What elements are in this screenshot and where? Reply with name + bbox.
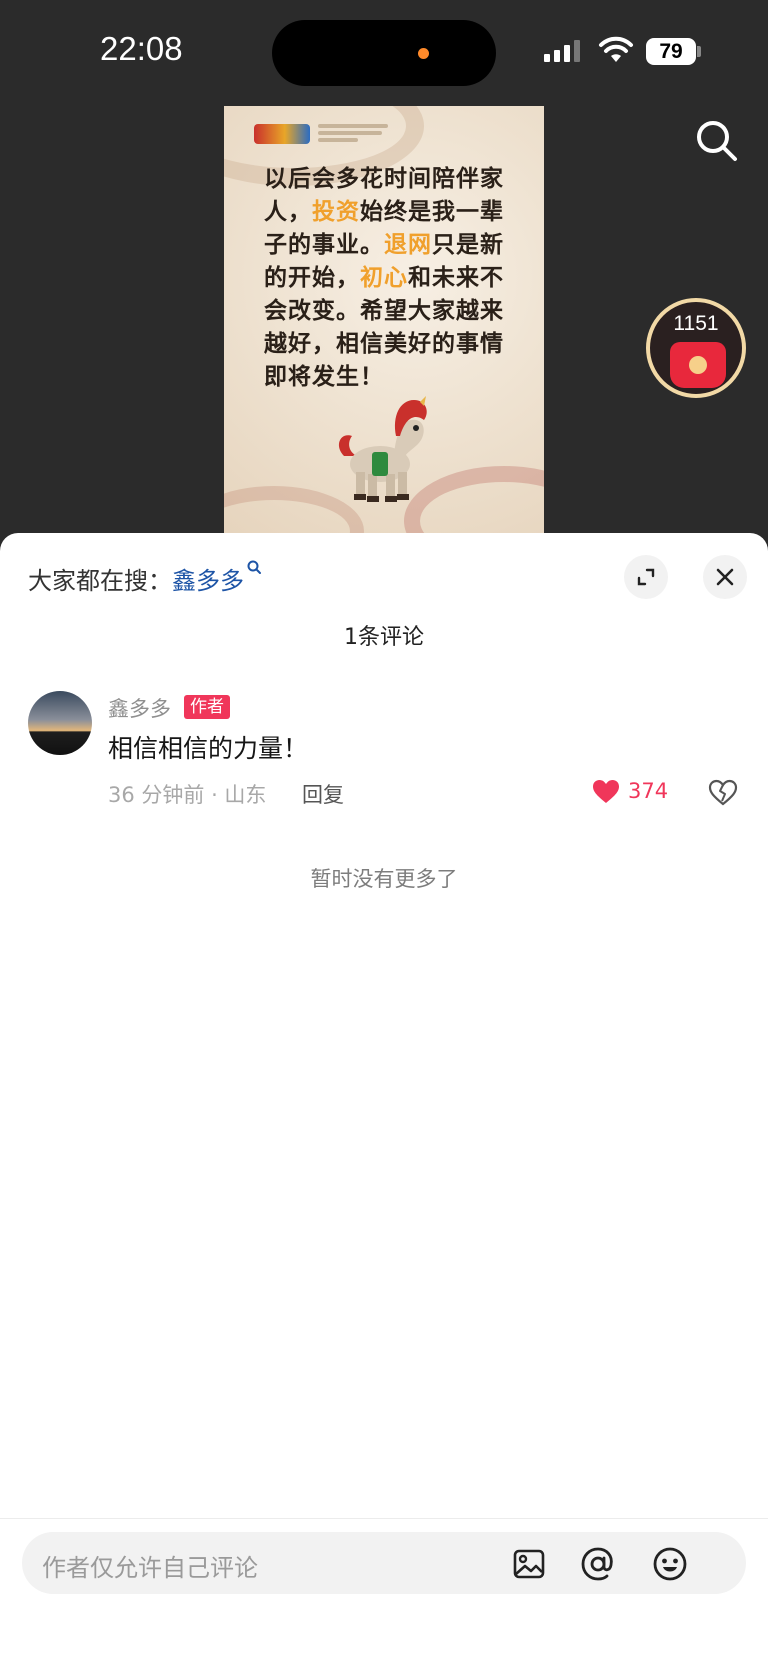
poster-segment: 会改变。希望大家越来 [264,297,504,324]
divider [0,1518,768,1519]
close-button[interactable] [703,555,747,599]
comment-input-placeholder: 作者仅允许自己评论 [42,1554,258,1582]
poster-highlight: 退网 [384,231,432,258]
poster-line: 以后会多花时间陪伴家 [264,162,512,195]
no-more-comments: 暂时没有更多了 [310,867,458,891]
horse-mascot-icon [338,396,427,502]
battery-nub [697,46,701,57]
poster-message: 以后会多花时间陪伴家 人，投资始终是我一辈 子的事业。退网只是新 的开始，初心和未来不… [264,162,512,393]
status-bar: 22:08 79 [0,0,768,100]
poster-segment: 子的事业。 [264,231,384,258]
image-icon[interactable] [511,1546,547,1582]
expand-button[interactable] [624,555,668,599]
coin-icon [689,356,707,374]
red-packet-icon [670,342,726,388]
hot-search-keyword[interactable]: 鑫多多 [172,567,244,595]
poster-line: 即将发生！ [264,360,512,393]
like-heart-icon[interactable] [592,779,620,805]
red-packet-widget[interactable]: 1151 [646,298,746,398]
poster-fineprint [318,124,398,144]
recording-indicator [418,48,429,59]
comment-sheet: 大家都在搜：鑫多多 1条评论 鑫多多 作者 相信相信的力量！ 36 分钟前 · … [0,533,768,1665]
comment-author[interactable]: 鑫多多 [108,693,171,723]
poster-line: 的开始，初心和未来不 [264,261,512,294]
author-badge: 作者 [184,695,230,719]
poster-segment: 人， [264,198,312,225]
red-packet-count: 1151 [673,312,719,335]
poster-segment: 始终是我一辈 [360,198,504,225]
search-icon[interactable] [694,118,740,164]
poster-highlight: 初心 [360,264,408,291]
dislike-heart-icon[interactable] [708,779,738,807]
poster-line: 越好，相信美好的事情 [264,327,512,360]
like-count: 374 [628,779,669,803]
dynamic-island [272,20,496,86]
poster-segment: 和未来不 [408,264,504,291]
expand-icon [637,568,655,586]
poster-segment: 的开始， [264,264,360,291]
poster-line: 会改变。希望大家越来 [264,294,512,327]
cellular-signal-icon [544,40,580,62]
comment-input[interactable]: 作者仅允许自己评论 [22,1532,746,1594]
comment-count: 1条评论 [344,625,424,650]
poster-logo [254,124,310,144]
poster-segment: 即将发生！ [264,363,384,390]
reply-button[interactable]: 回复 [302,779,344,809]
poster-line: 人，投资始终是我一辈 [264,195,512,228]
search-icon [247,560,261,574]
comment-meta: 36 分钟前 · 山东 [108,783,267,807]
at-icon[interactable] [580,1546,616,1582]
hot-search[interactable]: 大家都在搜：鑫多多 [28,560,262,596]
poster-line: 子的事业。退网只是新 [264,228,512,261]
status-time: 22:08 [100,30,183,67]
poster-segment: 越好，相信美好的事情 [264,330,504,357]
poster-segment: 只是新 [432,231,504,258]
emoji-icon[interactable] [652,1546,688,1582]
video-poster[interactable]: 以后会多花时间陪伴家 人，投资始终是我一辈 子的事业。退网只是新 的开始，初心和未来不… [224,106,544,534]
poster-highlight: 投资 [312,198,360,225]
comment-text[interactable]: 相信相信的力量！ [108,729,308,765]
battery-level: 79 [646,38,696,65]
hot-search-label: 大家都在搜： [28,567,172,595]
wifi-icon [599,36,633,62]
avatar[interactable] [28,691,92,755]
close-icon [716,568,734,586]
comment-item: 鑫多多 作者 相信相信的力量！ 36 分钟前 · 山东 回复 374 [28,691,740,821]
poster-segment: 以后会多花时间陪伴家 [264,165,504,192]
